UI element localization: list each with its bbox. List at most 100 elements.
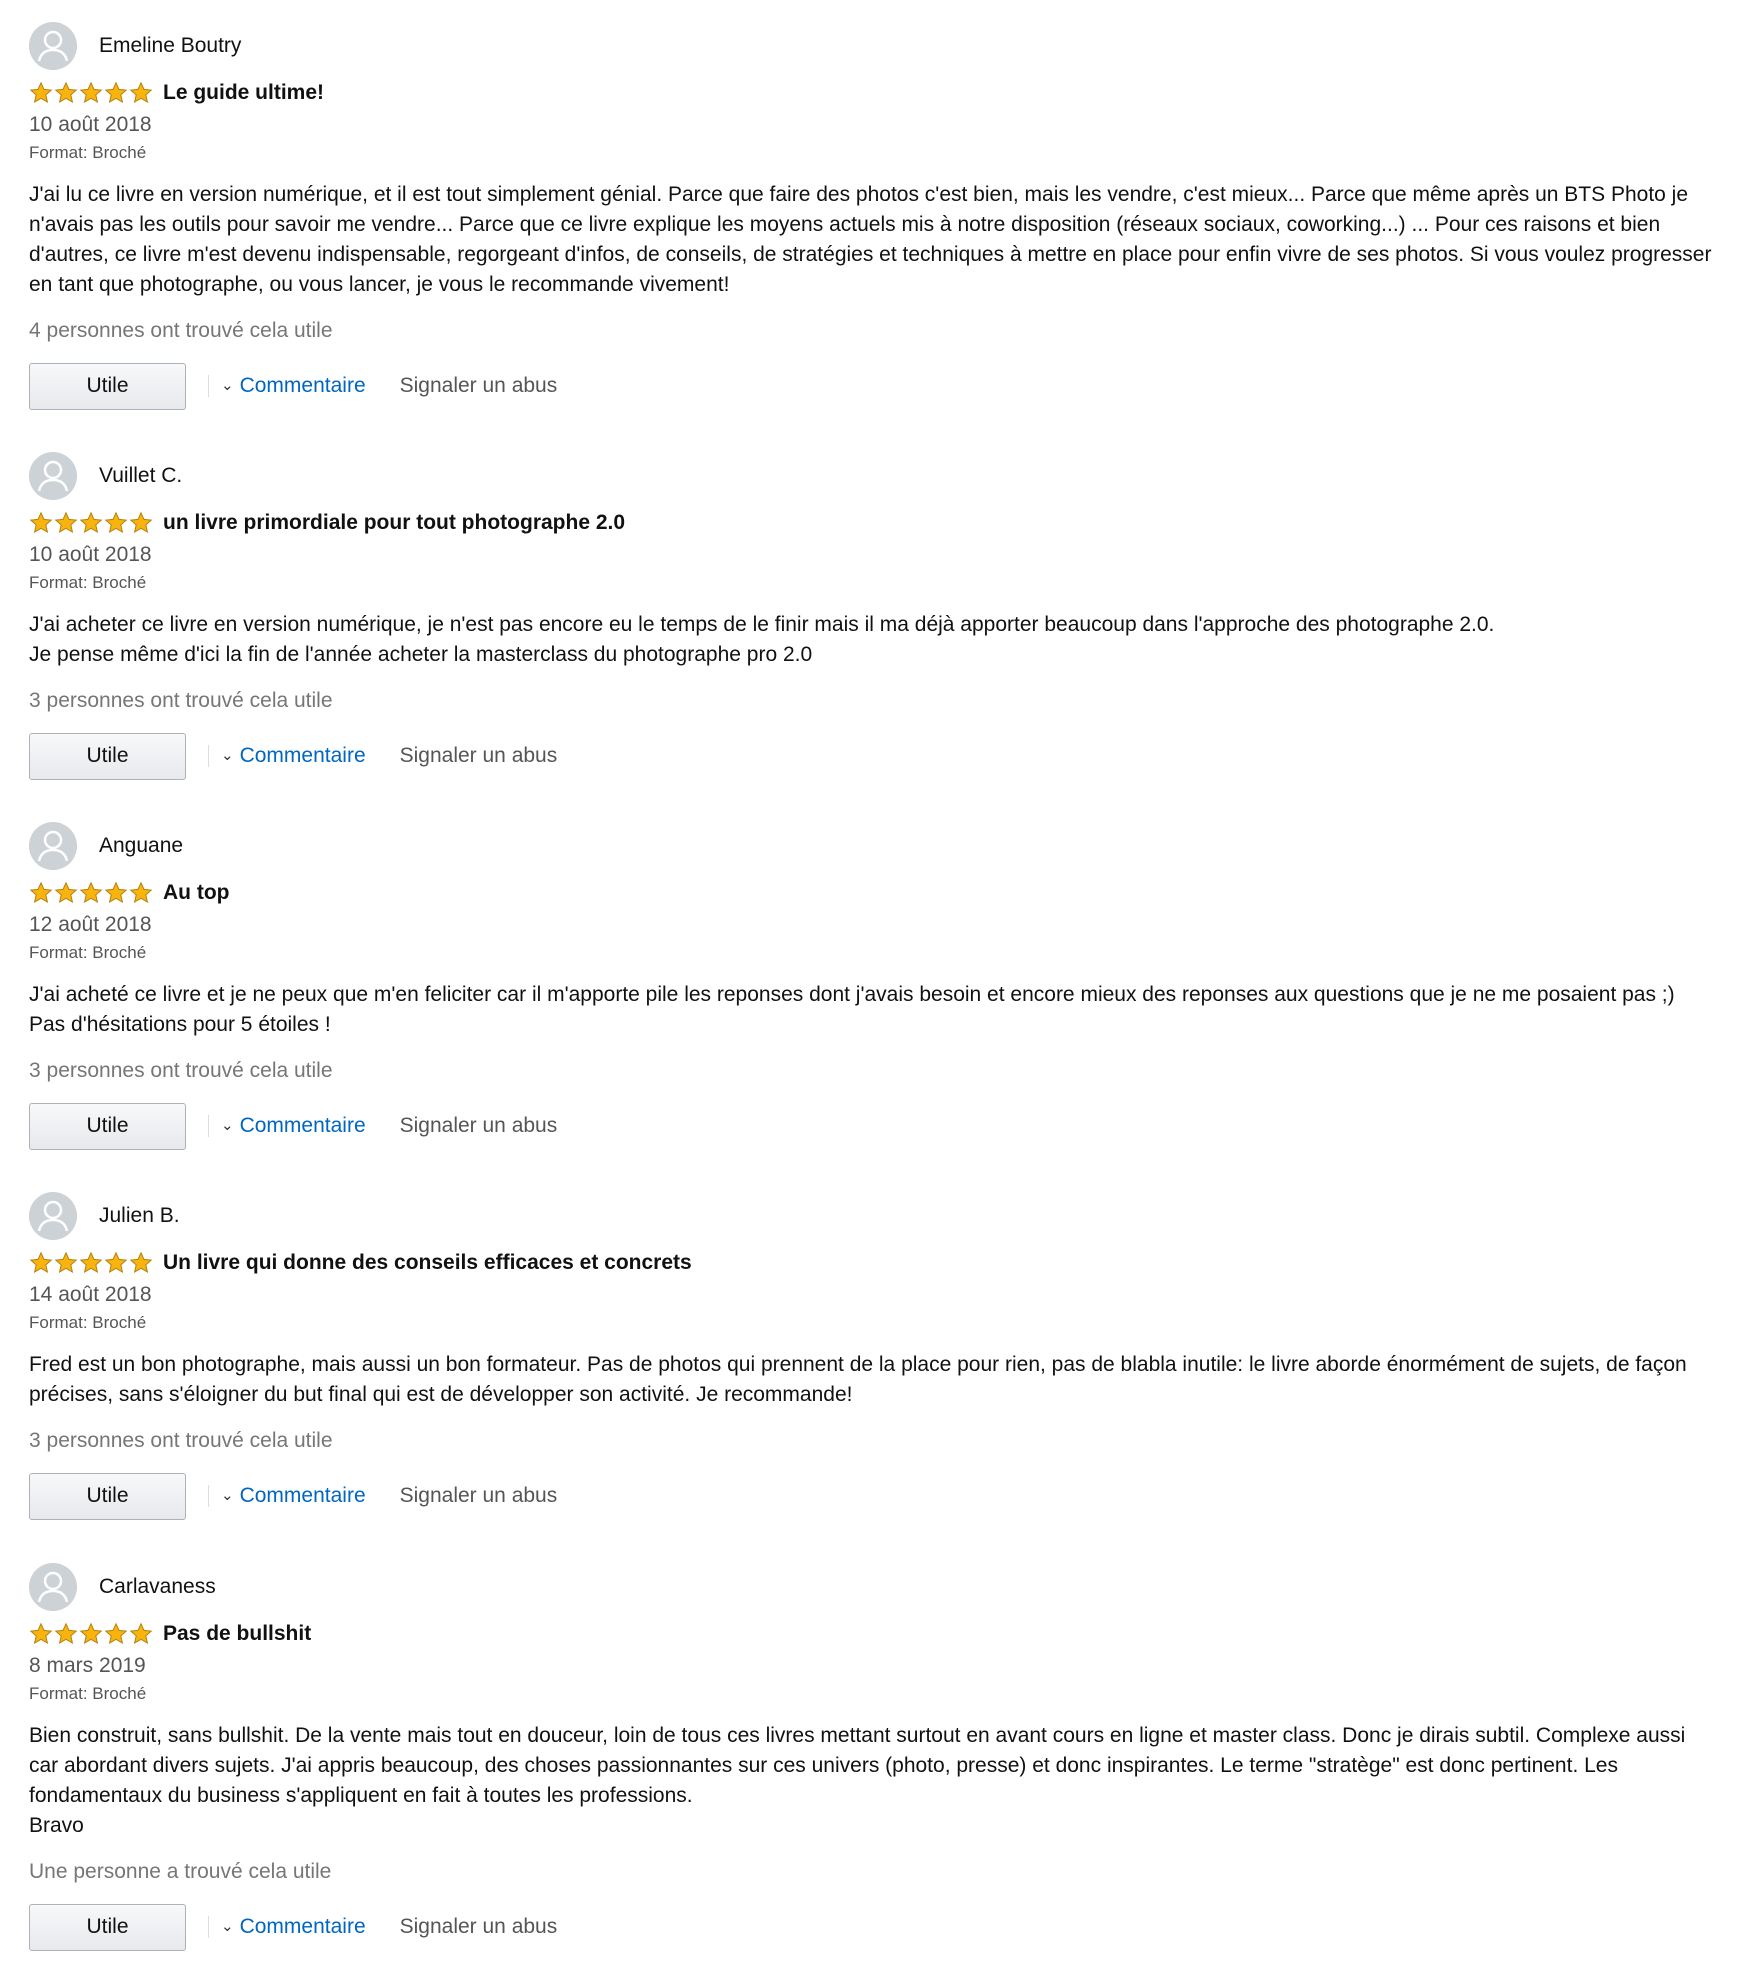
star-rating[interactable] xyxy=(29,1622,153,1646)
star-icon xyxy=(129,511,153,534)
star-icon xyxy=(29,1622,53,1645)
report-abuse-link[interactable]: Signaler un abus xyxy=(400,1114,558,1138)
divider xyxy=(208,1115,209,1137)
reviewer-name[interactable]: Emeline Boutry xyxy=(99,34,241,58)
reviewer-name[interactable]: Carlavaness xyxy=(99,1575,216,1599)
report-abuse-link[interactable]: Signaler un abus xyxy=(400,374,558,398)
star-icon xyxy=(129,1251,153,1274)
reviewer-profile[interactable]: Carlavaness xyxy=(29,1561,1719,1613)
chevron-down-icon: ⌄ xyxy=(221,377,234,394)
review-date: 10 août 2018 xyxy=(29,113,152,136)
review-format[interactable]: Format: Broché xyxy=(29,940,1719,966)
comment-link[interactable]: ⌄ Commentaire xyxy=(221,374,366,398)
comment-link[interactable]: ⌄ Commentaire xyxy=(221,1114,366,1138)
star-icon xyxy=(29,511,53,534)
star-rating[interactable] xyxy=(29,511,153,535)
star-icon xyxy=(104,511,128,534)
review-body: Bien construit, sans bullshit. De la ven… xyxy=(29,1724,1686,1837)
review-title[interactable]: un livre primordiale pour tout photograp… xyxy=(163,511,625,535)
star-icon xyxy=(54,81,78,104)
report-abuse-link[interactable]: Signaler un abus xyxy=(400,1915,558,1939)
chevron-down-icon: ⌄ xyxy=(221,1487,234,1504)
star-icon xyxy=(79,511,103,534)
useful-button[interactable]: Utile xyxy=(29,362,186,410)
reviewer-profile[interactable]: Julien B. xyxy=(29,1190,1719,1242)
divider xyxy=(208,1916,209,1938)
comment-label: Commentaire xyxy=(239,374,366,397)
star-icon xyxy=(129,1622,153,1645)
rating-title-row: Pas de bullshit xyxy=(29,1619,1719,1649)
review-actions: Utile ⌄ Commentaire Signaler un abus xyxy=(29,1102,1719,1150)
review-title[interactable]: Le guide ultime! xyxy=(163,81,324,105)
review-actions: Utile ⌄ Commentaire Signaler un abus xyxy=(29,1472,1719,1520)
review-date: 12 août 2018 xyxy=(29,913,152,936)
rating-title-row: un livre primordiale pour tout photograp… xyxy=(29,508,1719,538)
review-actions: Utile ⌄ Commentaire Signaler un abus xyxy=(29,732,1719,780)
user-avatar-icon xyxy=(29,22,77,70)
review-card: Anguane Au top 12 août 2018 Format: Broc… xyxy=(29,820,1719,1150)
review-card: Julien B. Un livre qui donne des conseil… xyxy=(29,1190,1719,1520)
review-actions: Utile ⌄ Commentaire Signaler un abus xyxy=(29,1903,1719,1951)
review-format[interactable]: Format: Broché xyxy=(29,1681,1719,1707)
review-format[interactable]: Format: Broché xyxy=(29,140,1719,166)
helpful-count: 3 personnes ont trouvé cela utile xyxy=(29,689,333,712)
helpful-count: 3 personnes ont trouvé cela utile xyxy=(29,1429,333,1452)
review-body: J'ai lu ce livre en version numérique, e… xyxy=(29,183,1712,296)
review-body: J'ai acheté ce livre et je ne peux que m… xyxy=(29,983,1675,1036)
comment-label: Commentaire xyxy=(239,744,366,767)
user-avatar-icon xyxy=(29,822,77,870)
reviewer-name[interactable]: Anguane xyxy=(99,834,183,858)
review-format[interactable]: Format: Broché xyxy=(29,1310,1719,1336)
comment-label: Commentaire xyxy=(239,1114,366,1137)
divider xyxy=(208,375,209,397)
star-rating[interactable] xyxy=(29,881,153,905)
reviewer-profile[interactable]: Emeline Boutry xyxy=(29,20,1719,72)
divider xyxy=(208,745,209,767)
user-avatar-icon xyxy=(29,1563,77,1611)
helpful-count: Une personne a trouvé cela utile xyxy=(29,1860,332,1883)
review-card: Carlavaness Pas de bullshit 8 mars 2019 … xyxy=(29,1561,1719,1951)
comment-link[interactable]: ⌄ Commentaire xyxy=(221,1915,366,1939)
star-icon xyxy=(54,1622,78,1645)
star-icon xyxy=(54,881,78,904)
star-icon xyxy=(79,1622,103,1645)
report-abuse-link[interactable]: Signaler un abus xyxy=(400,744,558,768)
useful-button[interactable]: Utile xyxy=(29,1472,186,1520)
star-icon xyxy=(79,81,103,104)
review-card: Emeline Boutry Le guide ultime! 10 août … xyxy=(29,20,1719,410)
star-rating[interactable] xyxy=(29,81,153,105)
reviewer-profile[interactable]: Vuillet C. xyxy=(29,450,1719,502)
review-actions: Utile ⌄ Commentaire Signaler un abus xyxy=(29,362,1719,410)
star-rating[interactable] xyxy=(29,1251,153,1275)
review-date: 10 août 2018 xyxy=(29,543,152,566)
chevron-down-icon: ⌄ xyxy=(221,1117,234,1134)
reviewer-name[interactable]: Vuillet C. xyxy=(99,464,182,488)
star-icon xyxy=(129,81,153,104)
review-title[interactable]: Pas de bullshit xyxy=(163,1622,311,1646)
reviewer-profile[interactable]: Anguane xyxy=(29,820,1719,872)
useful-button[interactable]: Utile xyxy=(29,732,186,780)
report-abuse-link[interactable]: Signaler un abus xyxy=(400,1484,558,1508)
comment-link[interactable]: ⌄ Commentaire xyxy=(221,744,366,768)
comment-label: Commentaire xyxy=(239,1915,366,1938)
review-title[interactable]: Un livre qui donne des conseils efficace… xyxy=(163,1251,692,1275)
user-avatar-icon xyxy=(29,1192,77,1240)
star-icon xyxy=(129,881,153,904)
rating-title-row: Un livre qui donne des conseils efficace… xyxy=(29,1248,1719,1278)
review-body: Fred est un bon photographe, mais aussi … xyxy=(29,1353,1687,1406)
star-icon xyxy=(29,81,53,104)
star-icon xyxy=(29,881,53,904)
reviewer-name[interactable]: Julien B. xyxy=(99,1204,180,1228)
review-date: 8 mars 2019 xyxy=(29,1654,146,1677)
chevron-down-icon: ⌄ xyxy=(221,747,234,764)
helpful-count: 4 personnes ont trouvé cela utile xyxy=(29,319,333,342)
review-title[interactable]: Au top xyxy=(163,881,229,905)
review-format[interactable]: Format: Broché xyxy=(29,570,1719,596)
helpful-count: 3 personnes ont trouvé cela utile xyxy=(29,1059,333,1082)
useful-button[interactable]: Utile xyxy=(29,1102,186,1150)
star-icon xyxy=(79,881,103,904)
useful-button[interactable]: Utile xyxy=(29,1903,186,1951)
divider xyxy=(208,1485,209,1507)
star-icon xyxy=(54,511,78,534)
comment-link[interactable]: ⌄ Commentaire xyxy=(221,1484,366,1508)
